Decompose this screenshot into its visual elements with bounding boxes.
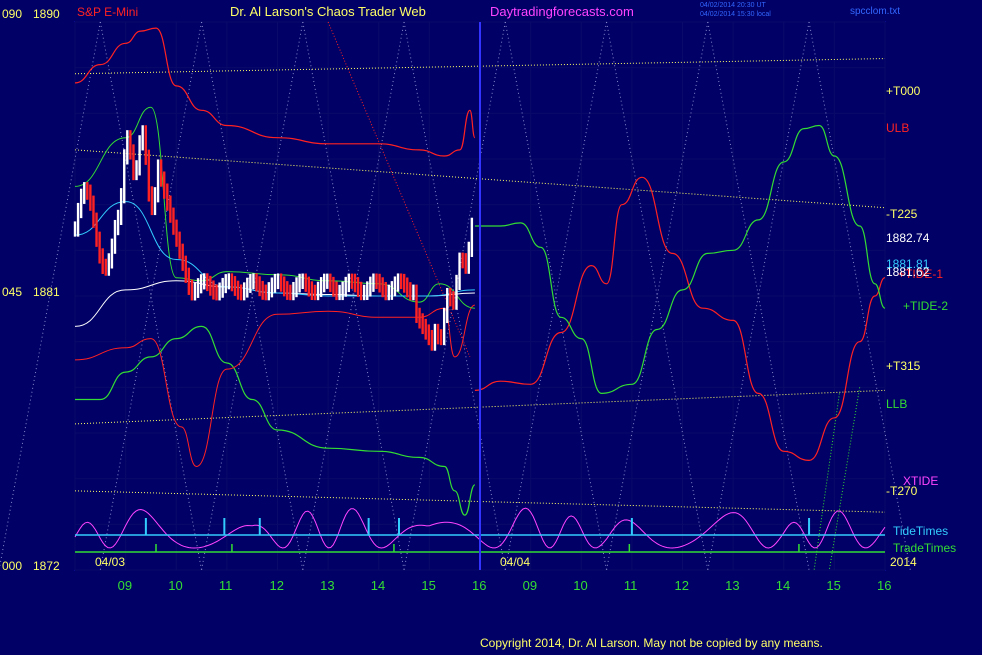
price-label-3: 1881.62 xyxy=(886,265,930,279)
x-tick-label: 15 xyxy=(826,578,840,593)
x-tick-label: 16 xyxy=(877,578,891,593)
y-bottom-price: 1872 xyxy=(33,559,60,573)
x-tick-label: 14 xyxy=(776,578,790,593)
chaos-chart: 090 1890 S&P E-Mini Dr. Al Larson's Chao… xyxy=(0,0,982,650)
timestamp-local: 04/02/2014 15:30 local xyxy=(700,11,771,18)
x-tick-label: 09 xyxy=(118,578,132,593)
label-tidetimes: TideTimes xyxy=(893,524,948,538)
x-tick-label: 15 xyxy=(421,578,435,593)
label-t000: +T000 xyxy=(886,84,921,98)
y-top-prefix: 090 xyxy=(2,7,22,21)
x-tick-label: 13 xyxy=(725,578,739,593)
label-ulb: ULB xyxy=(886,121,909,135)
label-t315: +T315 xyxy=(886,359,921,373)
year-label: 2014 xyxy=(890,555,917,569)
x-tick-label: 09 xyxy=(523,578,537,593)
x-tick-label: 14 xyxy=(371,578,385,593)
label-tradetimes: TradeTimes xyxy=(893,541,956,555)
copyright-footer: Copyright 2014, Dr. Al Larson. May not b… xyxy=(480,636,823,650)
y-bottom-prefix: 000 xyxy=(2,559,22,573)
x-tick-label: 10 xyxy=(168,578,182,593)
label-t270: -T270 xyxy=(886,484,918,498)
date-label-right: 04/04 xyxy=(500,555,530,569)
label-llb: LLB xyxy=(886,397,907,411)
symbol-title: S&P E-Mini xyxy=(77,5,138,19)
y-mid-price: 1881 xyxy=(33,285,60,299)
x-tick-label: 12 xyxy=(270,578,284,593)
y-mid-prefix: 045 xyxy=(2,285,22,299)
data-file-name: spcclom.txt xyxy=(850,6,900,17)
x-tick-label: 13 xyxy=(320,578,334,593)
x-tick-label: 11 xyxy=(219,578,233,593)
x-tick-label: 16 xyxy=(472,578,486,593)
price-label-1: 1882.74 xyxy=(886,231,930,245)
date-label-left: 04/03 xyxy=(95,555,125,569)
timestamp-utc: 04/02/2014 20:30 UT xyxy=(700,2,766,9)
y-top-price: 1890 xyxy=(33,7,60,21)
x-tick-label: 12 xyxy=(675,578,689,593)
x-tick-label: 11 xyxy=(624,578,638,593)
label-tide2: +TIDE-2 xyxy=(903,299,948,313)
site-link[interactable]: Daytradingforecasts.com xyxy=(490,4,634,19)
author-title: Dr. Al Larson's Chaos Trader Web xyxy=(230,4,426,19)
label-t225: -T225 xyxy=(886,207,918,221)
x-tick-label: 10 xyxy=(573,578,587,593)
chart-window: 090 1890 S&P E-Mini Dr. Al Larson's Chao… xyxy=(0,0,982,650)
